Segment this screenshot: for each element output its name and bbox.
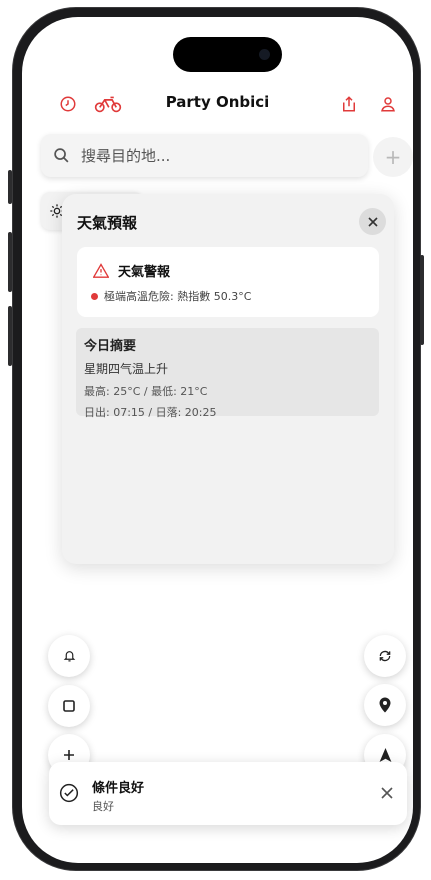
user-icon[interactable]	[371, 87, 405, 121]
alert-title: 天氣警報	[118, 265, 171, 280]
weather-panel: 天氣預報 天氣警報 極端高溫危險: 熱指數 50.3°C 今日摘要 星期四气温上…	[62, 194, 394, 564]
search-bar[interactable]: 搜尋目的地...	[41, 134, 368, 177]
check-circle-icon	[59, 783, 79, 807]
refresh-button[interactable]	[364, 635, 406, 677]
navigation-arrow-icon	[379, 748, 391, 762]
my-location-button[interactable]	[364, 684, 406, 726]
action-button	[8, 170, 12, 204]
summary-temps: 最高: 25°C / 最低: 21°C	[84, 385, 208, 398]
add-stop-button[interactable]: +	[373, 137, 413, 177]
volume-down-button	[8, 306, 12, 366]
layers-button[interactable]	[48, 685, 90, 727]
toast-title: 條件良好	[92, 781, 145, 796]
close-weather-button[interactable]	[359, 208, 386, 235]
map-pin-icon	[379, 697, 391, 713]
condition-toast: 條件良好 良好	[49, 762, 407, 825]
refresh-icon	[379, 650, 391, 662]
search-input[interactable]: 搜尋目的地...	[81, 145, 170, 166]
search-icon	[41, 147, 81, 164]
close-icon	[367, 216, 378, 227]
toast-subtitle: 良好	[92, 800, 114, 813]
dismiss-toast-button[interactable]	[381, 784, 393, 803]
bell-icon	[63, 651, 75, 662]
volume-up-button	[8, 232, 12, 292]
close-icon	[381, 787, 393, 799]
alert-dot	[91, 292, 98, 300]
power-button	[420, 255, 424, 345]
weather-alert-card: 天氣警報 極端高溫危險: 熱指數 50.3°C	[77, 247, 379, 317]
warning-icon	[93, 263, 109, 278]
weather-title: 天氣預報	[77, 214, 138, 232]
summary-title: 今日摘要	[84, 339, 137, 354]
plus-icon: +	[384, 145, 402, 169]
summary-sun-times: 日出: 07:15 / 日落: 20:25	[84, 406, 217, 419]
phone-frame: Party Onbici 搜尋目的地... + 天氣預報 天氣警報 極端高溫危險…	[12, 7, 421, 871]
today-summary-card: 今日摘要 星期四气温上升 最高: 25°C / 最低: 21°C 日出: 07:…	[76, 328, 379, 419]
alert-item: 極端高溫危險: 熱指數 50.3°C	[104, 290, 252, 303]
app-header: Party Onbici	[22, 87, 413, 127]
share-icon[interactable]	[332, 87, 366, 121]
plus-icon	[64, 750, 74, 760]
alerts-button[interactable]	[48, 635, 90, 677]
summary-description: 星期四气温上升	[84, 362, 169, 376]
app-screen: Party Onbici 搜尋目的地... + 天氣預報 天氣警報 極端高溫危險…	[22, 17, 413, 863]
square-icon	[63, 700, 75, 712]
dynamic-island	[173, 37, 282, 72]
